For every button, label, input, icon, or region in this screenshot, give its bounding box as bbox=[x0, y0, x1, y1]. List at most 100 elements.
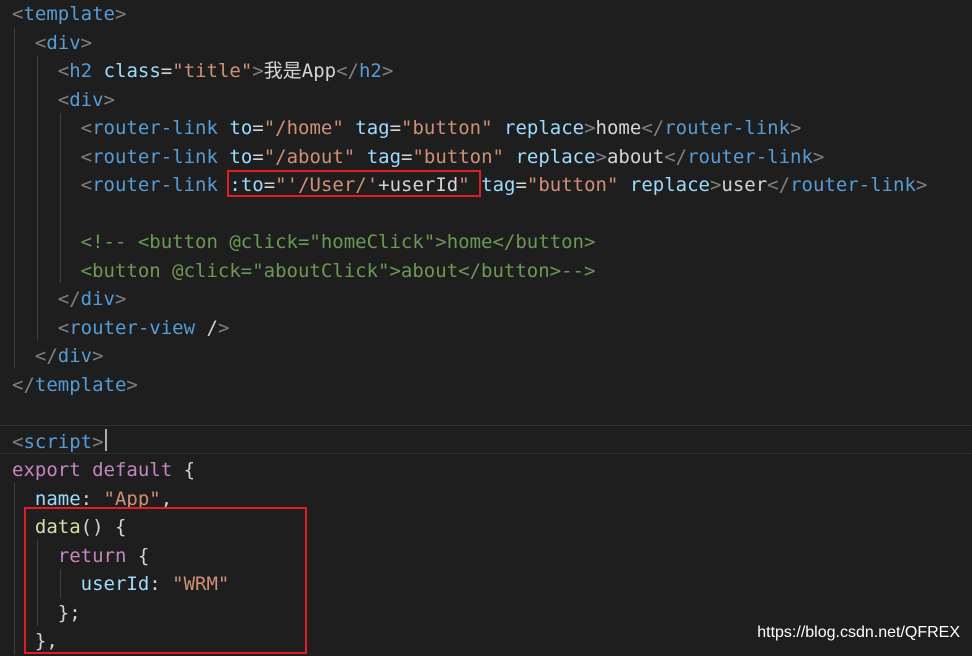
code-token: < bbox=[57, 88, 70, 111]
code-token: > bbox=[80, 31, 93, 54]
code-token: { bbox=[172, 459, 196, 481]
code-token: div bbox=[57, 345, 93, 367]
code-token: h2 bbox=[358, 60, 382, 82]
watermark-text: https://blog.csdn.net/QFREX bbox=[757, 624, 960, 641]
code-token: router-link bbox=[790, 174, 916, 196]
code-line[interactable]: <template> bbox=[12, 0, 126, 29]
code-token: default bbox=[92, 459, 173, 481]
code-token: replace bbox=[515, 145, 596, 168]
code-token: <button @click="aboutClick">about</butto… bbox=[80, 259, 596, 282]
code-line[interactable]: </template> bbox=[12, 371, 138, 400]
code-token: = bbox=[252, 117, 264, 139]
code-line[interactable]: </div> bbox=[12, 342, 104, 371]
code-token: > bbox=[217, 316, 230, 339]
code-token: router-link bbox=[92, 145, 218, 168]
code-token: tag bbox=[366, 145, 402, 168]
code-token: "/about" bbox=[263, 145, 356, 168]
code-line[interactable]: <script> bbox=[12, 428, 104, 457]
code-token: router-link bbox=[92, 117, 218, 139]
code-token: / bbox=[195, 316, 218, 339]
code-token: </ bbox=[34, 345, 58, 367]
code-line[interactable]: </div> bbox=[12, 285, 127, 314]
code-token: export bbox=[12, 459, 81, 481]
code-line[interactable]: <router-link to="/about" tag="button" re… bbox=[12, 143, 825, 172]
code-token: </ bbox=[336, 60, 359, 82]
code-token: < bbox=[80, 145, 93, 168]
code-token: = bbox=[515, 174, 527, 196]
code-token: h2 bbox=[69, 60, 93, 82]
code-line[interactable]: <router-view /> bbox=[12, 314, 230, 343]
text-caret bbox=[105, 429, 107, 451]
code-token: user bbox=[721, 174, 768, 196]
code-token: > bbox=[709, 174, 722, 196]
code-token: > bbox=[103, 88, 115, 111]
code-token: div bbox=[46, 31, 81, 54]
code-token: < bbox=[57, 60, 70, 82]
code-token: div bbox=[69, 88, 104, 111]
code-line[interactable]: export default { bbox=[12, 456, 195, 485]
code-token: class bbox=[103, 60, 161, 82]
code-token: > bbox=[92, 345, 104, 367]
code-token: </ bbox=[641, 117, 665, 139]
code-token: </ bbox=[12, 373, 35, 396]
code-token: router-link bbox=[92, 174, 218, 196]
code-token: < bbox=[57, 316, 70, 339]
code-token: to bbox=[229, 145, 253, 168]
code-line[interactable]: <router-link to="/home" tag="button" rep… bbox=[12, 114, 802, 143]
code-token: replace bbox=[629, 174, 710, 196]
code-line[interactable]: <div> bbox=[12, 86, 115, 115]
code-token: > bbox=[252, 60, 264, 82]
code-token: tag bbox=[355, 117, 390, 139]
code-token: replace bbox=[504, 117, 585, 139]
code-token: = bbox=[389, 117, 402, 139]
code-token: > bbox=[92, 430, 104, 453]
code-token: div bbox=[80, 288, 115, 310]
code-token: template bbox=[23, 3, 115, 25]
code-token: home bbox=[595, 117, 642, 139]
code-token: template bbox=[34, 373, 127, 396]
code-token: "title" bbox=[172, 60, 253, 82]
code-token: < bbox=[12, 3, 24, 25]
highlight-box-data-function bbox=[24, 507, 307, 654]
code-token: < bbox=[80, 117, 93, 139]
code-token: router-link bbox=[664, 117, 791, 139]
code-token: </ bbox=[57, 288, 81, 310]
code-token: > bbox=[812, 145, 825, 168]
code-token: > bbox=[114, 288, 127, 310]
code-line[interactable]: <div> bbox=[12, 29, 92, 58]
code-token: < bbox=[34, 31, 47, 54]
code-token: = bbox=[401, 145, 413, 168]
code-token: "button" bbox=[526, 174, 619, 196]
highlight-box-to-binding bbox=[227, 170, 481, 197]
code-token: = bbox=[252, 145, 264, 168]
code-token: tag bbox=[481, 174, 516, 196]
code-editor[interactable]: <template> <div> <h2 class="title">我是App… bbox=[0, 0, 972, 655]
code-token: router-view bbox=[69, 316, 196, 339]
code-token: 我是App bbox=[263, 60, 337, 82]
code-token: = bbox=[160, 60, 173, 82]
code-token: router-link bbox=[687, 145, 813, 168]
code-token: > bbox=[114, 3, 127, 25]
code-token: script bbox=[23, 430, 93, 453]
code-token: about bbox=[606, 145, 665, 168]
code-line[interactable]: <h2 class="title">我是App</h2> bbox=[12, 57, 394, 86]
code-line[interactable]: <button @click="aboutClick">about</butto… bbox=[12, 257, 596, 286]
code-line[interactable]: <!-- <button @click="homeClick">home</bu… bbox=[12, 228, 596, 257]
